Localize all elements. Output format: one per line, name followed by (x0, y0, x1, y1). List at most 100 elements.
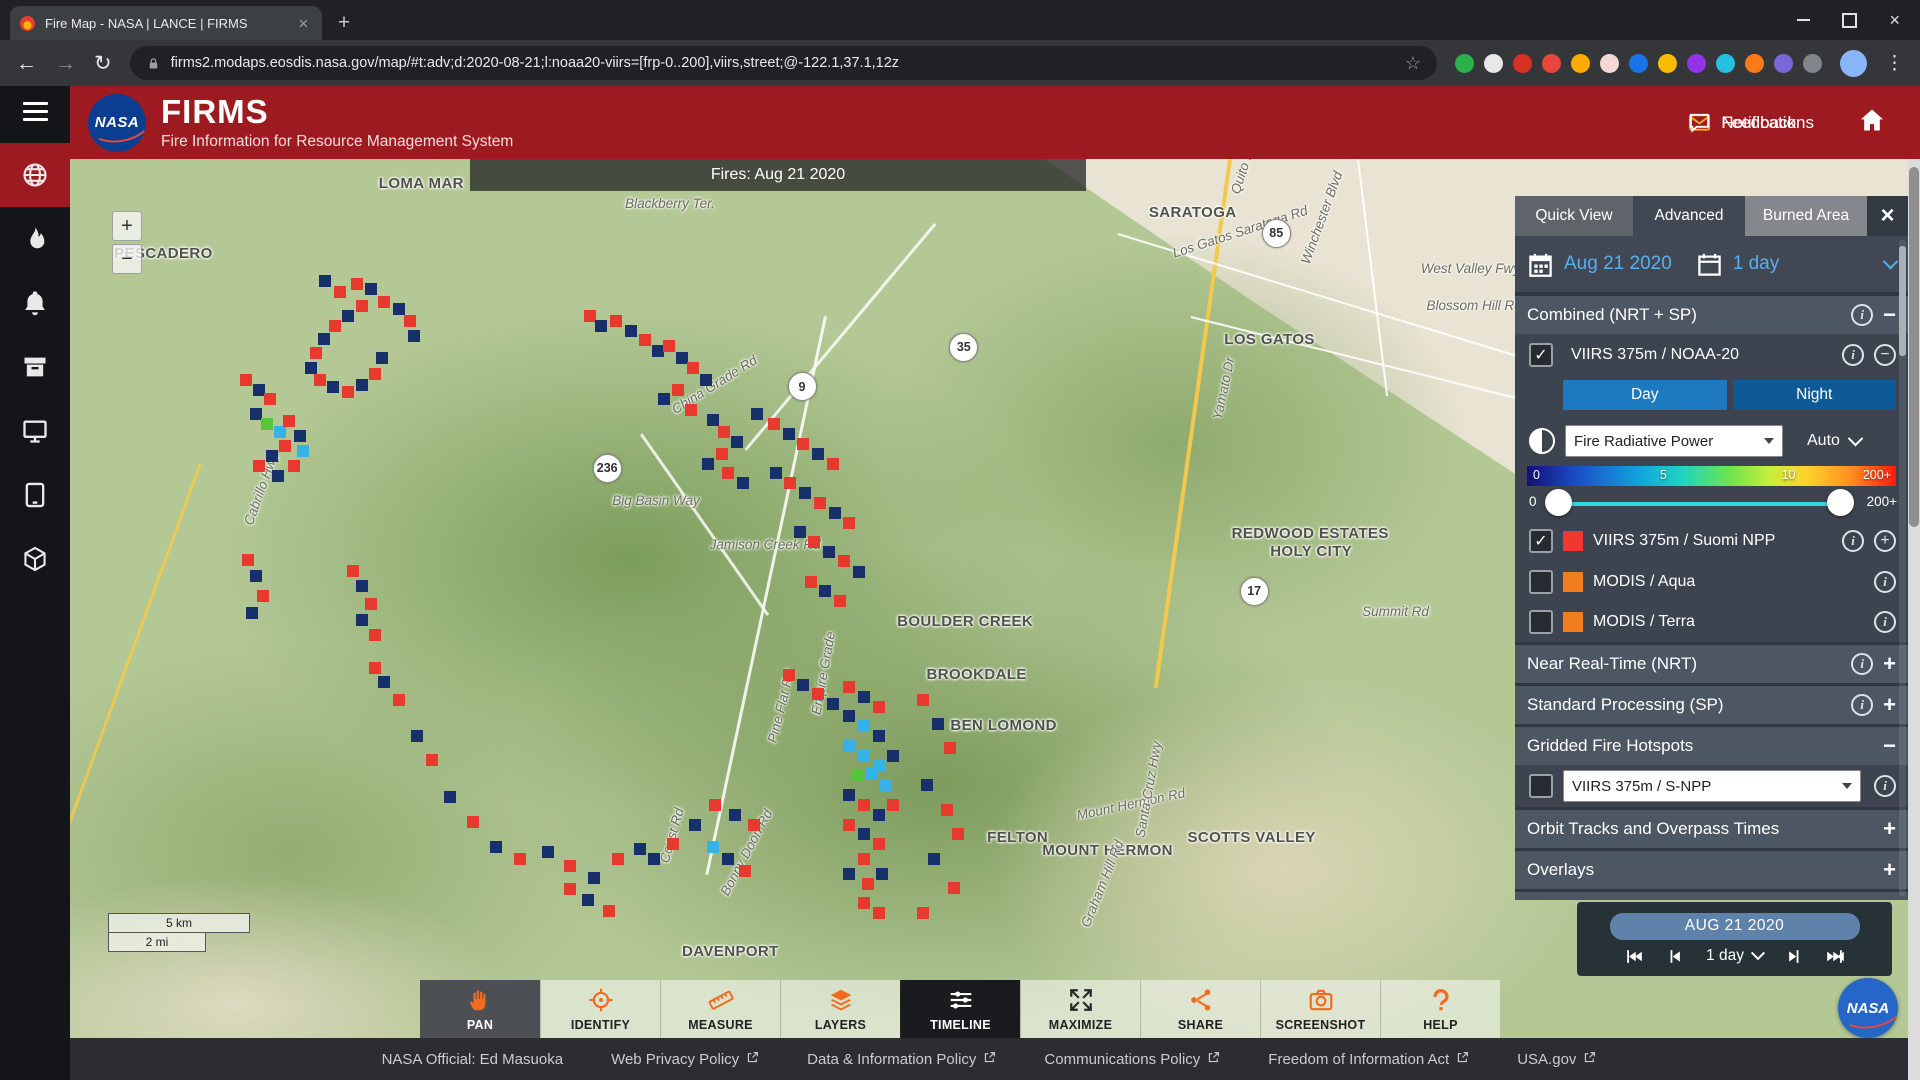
footer-link[interactable]: USA.gov (1517, 1051, 1596, 1068)
fire-hotspot-marker[interactable] (827, 698, 839, 710)
tab-advanced[interactable]: Advanced (1633, 196, 1745, 236)
fire-hotspot-marker[interactable] (873, 838, 885, 850)
circled-plus-icon[interactable]: + (1874, 530, 1896, 552)
checkbox-terra[interactable] (1529, 610, 1553, 634)
extension-icon[interactable] (1484, 54, 1503, 73)
toolbar-share-button[interactable]: SHARE (1140, 980, 1260, 1038)
fire-hotspot-marker[interactable] (784, 477, 796, 489)
fire-hotspot-marker[interactable] (716, 448, 728, 460)
fire-hotspot-marker[interactable] (342, 310, 354, 322)
fire-hotspot-marker[interactable] (240, 374, 252, 386)
fire-hotspot-marker[interactable] (612, 853, 624, 865)
forward-icon[interactable] (55, 53, 76, 74)
expand-icon[interactable]: + (1883, 694, 1896, 716)
avatar[interactable] (1840, 50, 1867, 77)
gridded-select[interactable]: VIIRS 375m / S-NPP (1563, 770, 1861, 802)
fire-hotspot-marker[interactable] (843, 681, 855, 693)
fire-hotspot-marker[interactable] (253, 460, 265, 472)
fire-hotspot-marker[interactable] (751, 408, 763, 420)
browser-menu-icon[interactable] (1885, 52, 1904, 75)
footer-link[interactable]: Communications Policy (1044, 1051, 1220, 1068)
fire-hotspot-marker[interactable] (685, 404, 697, 416)
fire-hotspot-marker[interactable] (490, 841, 502, 853)
contrast-icon[interactable] (1529, 428, 1555, 454)
fire-hotspot-marker[interactable] (862, 878, 874, 890)
fire-hotspot-marker[interactable] (783, 669, 795, 681)
fire-hotspot-marker[interactable] (858, 720, 870, 732)
fire-hotspot-marker[interactable] (588, 872, 600, 884)
extension-icon[interactable] (1716, 54, 1735, 73)
fire-hotspot-marker[interactable] (858, 897, 870, 909)
fire-hotspot-marker[interactable] (812, 448, 824, 460)
fire-hotspot-marker[interactable] (731, 436, 743, 448)
fire-hotspot-marker[interactable] (873, 701, 885, 713)
section-overlays[interactable]: Overlays + (1515, 851, 1908, 889)
fire-hotspot-marker[interactable] (411, 730, 423, 742)
checkbox-suomi[interactable]: ✓ (1529, 529, 1553, 553)
info-icon[interactable]: i (1842, 530, 1864, 552)
timeline-date-pill[interactable]: AUG 21 2020 (1610, 913, 1860, 940)
fire-hotspot-marker[interactable] (327, 381, 339, 393)
fire-hotspot-marker[interactable] (242, 554, 254, 566)
fire-hotspot-marker[interactable] (393, 303, 405, 315)
calendar-icon[interactable] (1527, 251, 1554, 278)
toolbar-screenshot-button[interactable]: SCREENSHOT (1260, 980, 1380, 1038)
fire-hotspot-marker[interactable] (634, 843, 646, 855)
globe-icon[interactable] (0, 143, 70, 207)
fire-hotspot-marker[interactable] (310, 347, 322, 359)
reload-icon[interactable] (94, 53, 112, 74)
timeline-interval[interactable]: 1 day (1706, 947, 1763, 965)
fire-hotspot-marker[interactable] (314, 374, 326, 386)
toolbar-maximize-button[interactable]: MAXIMIZE (1020, 980, 1140, 1038)
page-scrollbar[interactable] (1908, 159, 1920, 1080)
toolbar-help-button[interactable]: HELP (1380, 980, 1500, 1038)
fire-hotspot-marker[interactable] (805, 576, 817, 588)
extension-icon[interactable] (1774, 54, 1793, 73)
fire-hotspot-marker[interactable] (672, 384, 684, 396)
fire-hotspot-marker[interactable] (467, 816, 479, 828)
fire-hotspot-marker[interactable] (250, 570, 262, 582)
fire-hotspot-marker[interactable] (843, 740, 855, 752)
info-icon[interactable]: i (1851, 694, 1873, 716)
browser-tab[interactable]: Fire Map - NASA | LANCE | FIRMS (10, 6, 322, 40)
toolbar-pan-button[interactable]: PAN (420, 980, 540, 1038)
panel-close-icon[interactable] (1867, 196, 1908, 236)
fire-hotspot-marker[interactable] (887, 799, 899, 811)
zoom-out-button[interactable]: − (112, 244, 142, 274)
interval-value[interactable]: 1 day (1733, 253, 1779, 275)
fire-hotspot-marker[interactable] (700, 374, 712, 386)
tab-burned-area[interactable]: Burned Area (1745, 196, 1867, 236)
fire-hotspot-marker[interactable] (378, 676, 390, 688)
toolbar-identify-button[interactable]: IDENTIFY (540, 980, 660, 1038)
fire-hotspot-marker[interactable] (729, 809, 741, 821)
section-backgrounds[interactable]: Backgrounds + (1515, 892, 1908, 900)
fire-hotspot-marker[interactable] (426, 754, 438, 766)
fire-hotspot-marker[interactable] (369, 368, 381, 380)
section-orbit[interactable]: Orbit Tracks and Overpass Times + (1515, 810, 1908, 848)
info-icon[interactable]: i (1842, 344, 1864, 366)
footer-link[interactable]: Web Privacy Policy (611, 1051, 759, 1068)
fire-hotspot-marker[interactable] (709, 799, 721, 811)
tab-close-icon[interactable] (295, 15, 312, 32)
fire-hotspot-marker[interactable] (663, 340, 675, 352)
fire-hotspot-marker[interactable] (294, 430, 306, 442)
fire-hotspot-marker[interactable] (261, 418, 273, 430)
fire-hotspot-marker[interactable] (865, 767, 877, 779)
fire-hotspot-marker[interactable] (687, 362, 699, 374)
extension-icon[interactable] (1658, 54, 1677, 73)
frp-select[interactable]: Fire Radiative Power (1565, 425, 1783, 457)
fire-hotspot-marker[interactable] (834, 595, 846, 607)
bookmark-star-icon[interactable] (1405, 53, 1421, 74)
extension-icon[interactable] (1629, 54, 1648, 73)
fire-hotspot-marker[interactable] (928, 853, 940, 865)
fire-hotspot-marker[interactable] (917, 907, 929, 919)
fire-hotspot-marker[interactable] (794, 526, 806, 538)
fire-hotspot-marker[interactable] (797, 679, 809, 691)
fire-hotspot-marker[interactable] (783, 428, 795, 440)
panel-scrollbar[interactable] (1899, 240, 1906, 896)
fire-hotspot-marker[interactable] (246, 607, 258, 619)
fire-hotspot-marker[interactable] (288, 460, 300, 472)
fire-hotspot-marker[interactable] (639, 334, 651, 346)
step-forward-icon[interactable] (1785, 947, 1804, 966)
fire-hotspot-marker[interactable] (319, 275, 331, 287)
